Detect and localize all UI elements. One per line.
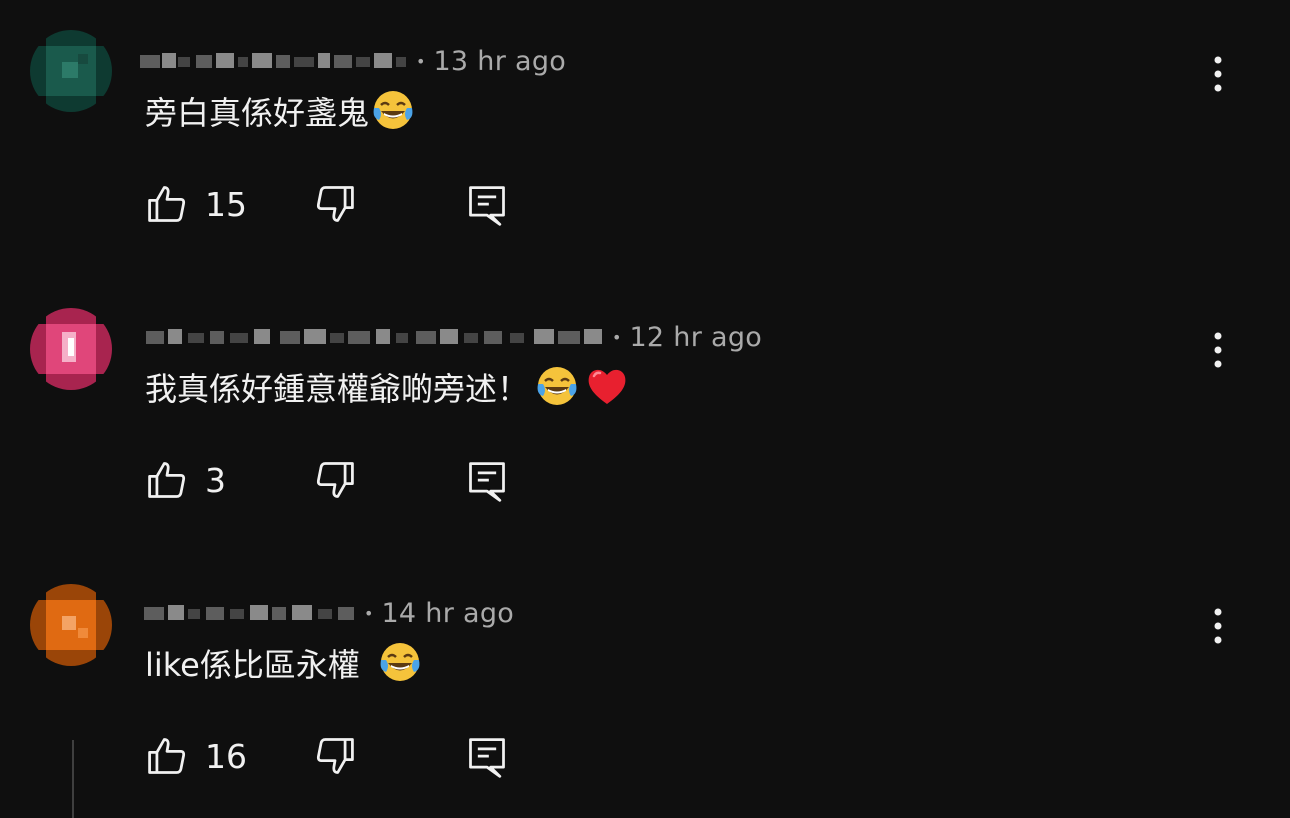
more-actions-button[interactable] <box>1202 332 1234 372</box>
vertical-dots-icon <box>1214 608 1222 644</box>
face-with-tears-of-joy-icon <box>380 643 420 681</box>
comment-meta: • 14 hr ago <box>140 596 514 630</box>
comment-meta: • 12 hr ago <box>140 320 762 354</box>
dislike-button[interactable] <box>313 458 357 506</box>
comment-meta: • 13 hr ago <box>140 44 566 78</box>
comment-time[interactable]: 14 hr ago <box>381 598 514 629</box>
vertical-dots-icon <box>1214 56 1222 92</box>
more-actions-button[interactable] <box>1202 608 1234 648</box>
avatar[interactable] <box>30 584 112 666</box>
comment-text-content: 我真係好鍾意權爺啲旁述！ <box>145 370 530 408</box>
vertical-dots-icon <box>1214 332 1222 368</box>
reply-icon <box>469 462 505 502</box>
separator-dot: • <box>364 603 374 623</box>
reply-button[interactable] <box>465 458 509 510</box>
author-name-blurred[interactable] <box>140 322 606 352</box>
comments-list: • 13 hr ago 旁白真係好盞鬼 15 • 12 hr ago 我真係好鍾… <box>0 0 1290 818</box>
reply-icon <box>469 186 505 226</box>
comment-actions: 16 <box>145 734 545 784</box>
comment-item: • 12 hr ago 我真係好鍾意權爺啲旁述！ 3 <box>0 276 1290 552</box>
dislike-button[interactable] <box>313 734 357 782</box>
avatar[interactable] <box>30 308 112 390</box>
comment-text-content: like係比區永權 <box>145 646 371 684</box>
comment-item: • 13 hr ago 旁白真係好盞鬼 15 <box>0 0 1290 276</box>
like-count: 16 <box>205 736 247 776</box>
dislike-button[interactable] <box>313 182 357 230</box>
comment-text-content: 旁白真係好盞鬼 <box>145 94 370 132</box>
thumbs-up-icon <box>148 186 186 222</box>
avatar[interactable] <box>30 30 112 112</box>
like-count: 15 <box>205 184 247 224</box>
thumbs-up-icon <box>148 738 186 774</box>
thumbs-down-icon <box>316 186 354 222</box>
comment-text: 我真係好鍾意權爺啲旁述！ <box>145 364 629 410</box>
like-count: 3 <box>205 460 226 500</box>
thumbs-up-icon <box>148 462 186 498</box>
comment-actions: 15 <box>145 182 545 232</box>
comment-actions: 3 <box>145 458 545 508</box>
comment-item: • 14 hr ago like係比區永權 16 <box>0 552 1290 818</box>
reply-icon <box>469 738 505 778</box>
comment-text: 旁白真係好盞鬼 <box>145 88 415 134</box>
thumbs-down-icon <box>316 738 354 774</box>
reply-button[interactable] <box>465 182 509 234</box>
author-name-blurred[interactable] <box>140 46 410 76</box>
comment-time[interactable]: 13 hr ago <box>433 46 566 77</box>
face-with-tears-of-joy-icon <box>537 367 577 405</box>
separator-dot: • <box>416 51 426 71</box>
thumbs-down-icon <box>316 462 354 498</box>
like-button[interactable]: 3 <box>145 458 226 502</box>
reply-thread-line <box>72 740 74 818</box>
separator-dot: • <box>612 327 622 347</box>
more-actions-button[interactable] <box>1202 56 1234 96</box>
red-heart-icon <box>588 369 626 404</box>
reply-button[interactable] <box>465 734 509 786</box>
face-with-tears-of-joy-icon <box>373 91 413 129</box>
author-name-blurred[interactable] <box>140 598 358 628</box>
like-button[interactable]: 15 <box>145 182 247 226</box>
comment-time[interactable]: 12 hr ago <box>629 322 762 353</box>
like-button[interactable]: 16 <box>145 734 247 778</box>
comment-text: like係比區永權 <box>145 640 422 686</box>
